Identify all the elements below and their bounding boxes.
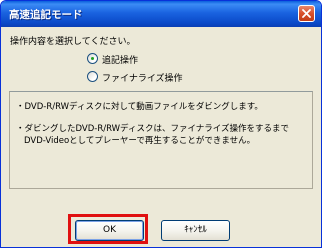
cancel-button[interactable]: ｷｬﾝｾﾙ (161, 220, 230, 241)
radio-dot (91, 57, 94, 60)
info-line-2: ・ダビングしたDVD-R/RWディスクは、ファイナライズ操作をするまで (16, 124, 290, 134)
radio-label-append[interactable]: 追記操作 (102, 53, 138, 66)
dialog-window: 高速追記モード 操作内容を選択してください。 追記操作 ファイナライズ操作 ・D… (0, 0, 322, 248)
instruction-text: 操作内容を選択してください。 (10, 37, 136, 47)
radio-button[interactable] (87, 71, 98, 82)
ok-button[interactable]: OK (75, 220, 144, 241)
radio-button-selected[interactable] (87, 53, 98, 64)
radio-label-finalize[interactable]: ファイナライズ操作 (102, 71, 183, 84)
info-box: ・DVD-R/RWディスクに対して動画ファイルをダビングします。 ・ダビングした… (9, 91, 313, 189)
close-icon (302, 9, 311, 18)
title-bar[interactable]: 高速追記モード (1, 1, 321, 27)
info-line-1: ・DVD-R/RWディスクに対して動画ファイルをダビングします。 (16, 102, 263, 112)
close-button[interactable] (298, 5, 315, 22)
info-line-3: DVD-Videoとしてプレーヤーで再生することができません。 (24, 136, 256, 146)
window-title: 高速追記モード (9, 9, 83, 21)
